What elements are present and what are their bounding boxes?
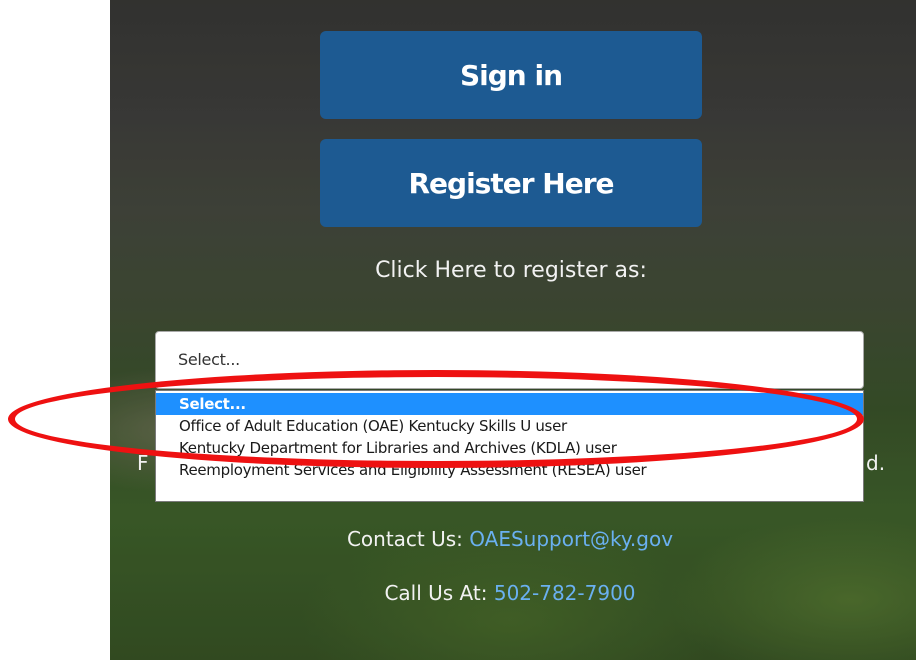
call-us-label: Call Us At: — [384, 581, 488, 605]
role-select[interactable]: Select... — [155, 331, 864, 389]
support-email-link[interactable]: OAESupport@ky.gov — [469, 527, 673, 551]
role-dropdown-list: Select... Office of Adult Education (OAE… — [155, 390, 864, 502]
role-option-select[interactable]: Select... — [156, 393, 863, 415]
role-option-kdla[interactable]: Kentucky Department for Libraries and Ar… — [156, 437, 863, 459]
sign-in-button[interactable]: Sign in — [320, 31, 702, 119]
contact-us-label: Contact Us: — [346, 527, 463, 551]
register-as-label: Click Here to register as: — [375, 258, 647, 283]
role-select-value: Select... — [178, 350, 240, 369]
call-us-line: Call Us At: 502-782-7900 — [250, 581, 770, 605]
role-option-resea[interactable]: Reemployment Services and Eligibility As… — [156, 459, 863, 481]
obscured-text-right: d. — [866, 451, 886, 475]
obscured-text-left: F — [137, 451, 149, 475]
role-option-oae[interactable]: Office of Adult Education (OAE) Kentucky… — [156, 415, 863, 437]
contact-us-line: Contact Us: OAESupport@ky.gov — [250, 527, 770, 551]
phone-number-link[interactable]: 502-782-7900 — [494, 581, 636, 605]
register-here-button[interactable]: Register Here — [320, 139, 702, 227]
